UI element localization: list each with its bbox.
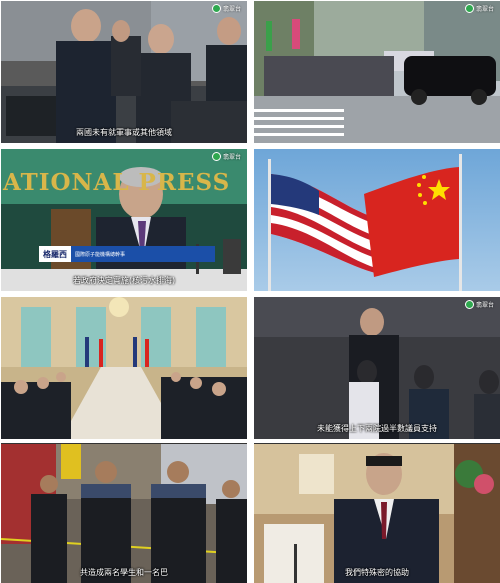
watermark-label: 翡翠台	[475, 6, 494, 13]
watermark-label: 翡翠台	[222, 154, 241, 161]
news-tile-2[interactable]: 翡翠台	[254, 1, 500, 143]
watermark: 翡翠台	[210, 4, 243, 13]
watermark-label: 翡翠台	[222, 6, 241, 13]
speaker-title: 國際原子能機構總幹事	[71, 246, 215, 262]
tile-8-image	[254, 444, 500, 583]
news-tile-7[interactable]: 共造成兩名學生和一名巴	[1, 443, 247, 583]
news-tile-1[interactable]: 翡翠台 兩國未有就軍事或其他領域	[1, 1, 247, 143]
tile-2-image	[254, 1, 500, 143]
subtitle: 共造成兩名學生和一名巴	[80, 568, 168, 577]
news-grid: 翡翠台 兩國未有就軍事或其他領域 翡翠台 ATIONAL PRESS 格羅西 國…	[0, 0, 500, 583]
subtitle: 我們特殊密的協助	[345, 568, 409, 577]
tile-5-image	[1, 297, 247, 439]
channel-logo-icon	[211, 4, 221, 13]
watermark-label: 翡翠台	[475, 302, 494, 309]
channel-logo-icon	[464, 300, 474, 309]
subtitle: 未能獲得上下兩院過半數議員支持	[317, 424, 437, 433]
tile-7-image	[1, 444, 247, 583]
channel-logo-icon	[211, 152, 221, 161]
news-tile-6[interactable]: 翡翠台 未能獲得上下兩院過半數議員支持	[254, 297, 500, 439]
watermark: 翡翠台	[463, 4, 496, 13]
news-tile-4[interactable]	[254, 149, 500, 291]
tile-1-image	[1, 1, 247, 143]
watermark: 翡翠台	[463, 300, 496, 309]
news-tile-3[interactable]: ATIONAL PRESS 格羅西 國際原子能機構總幹事 翡翠台 若政府決定實施…	[1, 149, 247, 291]
tile-6-image	[254, 297, 500, 439]
news-tile-5[interactable]	[1, 297, 247, 439]
channel-logo-icon	[464, 4, 474, 13]
speaker-name: 格羅西	[39, 246, 71, 262]
lower-third: 格羅西 國際原子能機構總幹事	[39, 246, 215, 262]
news-tile-8[interactable]: 我們特殊密的協助	[254, 443, 500, 583]
watermark: 翡翠台	[210, 152, 243, 161]
press-banner: ATIONAL PRESS	[3, 169, 231, 196]
subtitle: 若政府決定實施(核污水排海)	[72, 276, 176, 285]
subtitle: 兩國未有就軍事或其他領域	[76, 128, 172, 137]
tile-4-image	[254, 149, 500, 291]
